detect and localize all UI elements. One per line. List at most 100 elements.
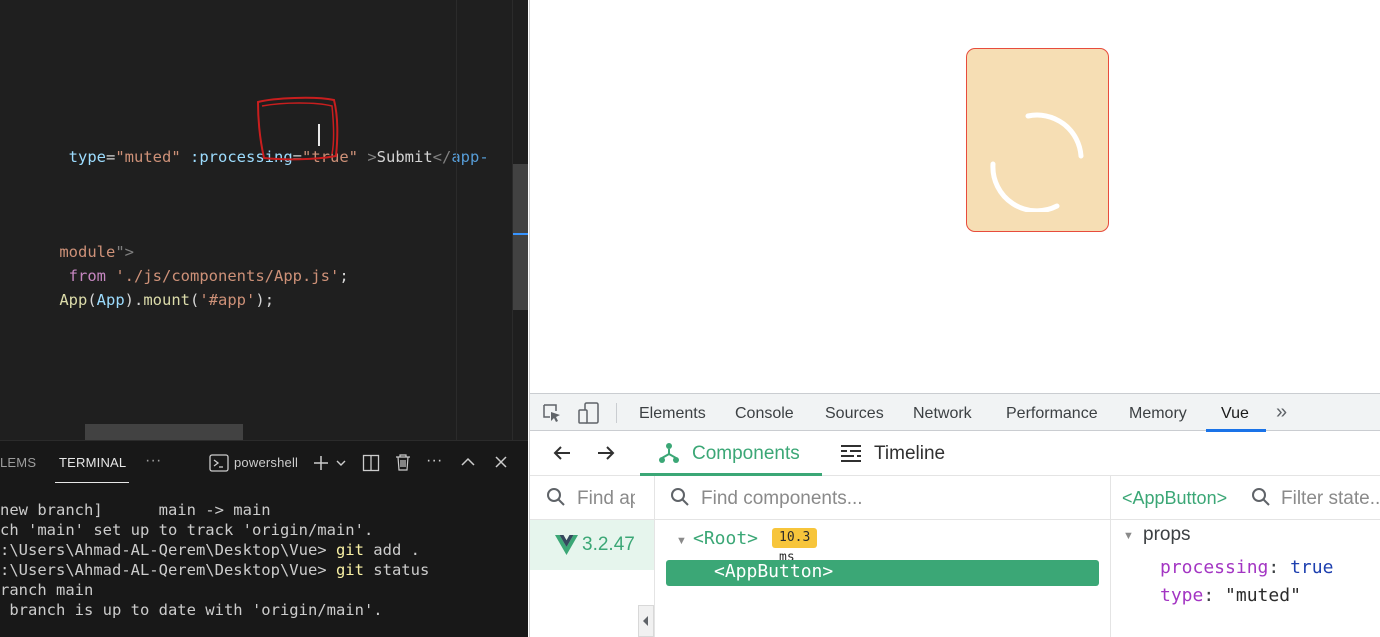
vertical-scrollbar-thumb[interactable]	[513, 164, 528, 310]
components-search-input[interactable]: Find components...	[701, 488, 863, 510]
browser-viewport	[529, 0, 1380, 393]
close-panel-icon[interactable]	[494, 455, 508, 469]
code-token: </	[432, 148, 452, 166]
tab-problems[interactable]: LEMS	[0, 455, 36, 470]
terminal-prompt: :\Users\Ahmad-AL-Qerem\Desktop\Vue>	[0, 561, 336, 579]
tree-node-label: <AppButton>	[714, 561, 834, 582]
state-filter-input[interactable]: Filter state...	[1281, 488, 1380, 510]
state-search[interactable]: <AppButton> Filter state...	[1111, 476, 1380, 520]
red-annotation-mark	[256, 96, 339, 161]
terminal-line: branch is up to date with 'origin/main'.	[0, 601, 383, 619]
code-token: );	[255, 291, 275, 309]
prop-row-type[interactable]: type: "muted"	[1160, 585, 1301, 606]
terminal-panel: LEMS TERMINAL ··· powershell ··· new bra…	[0, 440, 528, 637]
editor-ruler	[456, 0, 457, 440]
terminal-command: git	[335, 561, 364, 579]
timeline-icon	[841, 445, 861, 462]
terminal-command: git	[335, 541, 364, 559]
prop-colon: :	[1268, 557, 1291, 578]
apps-search-input[interactable]: Find apps...	[577, 488, 635, 510]
trash-icon[interactable]	[394, 453, 412, 472]
more-actions-icon[interactable]: ···	[426, 452, 443, 470]
terminal-line: :\Users\Ahmad-AL-Qerem\Desktop\Vue> git …	[0, 540, 420, 560]
terminal-name[interactable]: powershell	[234, 455, 298, 470]
code-token: (	[190, 291, 200, 309]
terminal-line: ranch main	[0, 581, 94, 599]
expand-arrow-icon[interactable]: ▼	[1123, 530, 1134, 542]
code-line-script-module: module">	[22, 219, 134, 261]
tab-timeline[interactable]: Timeline	[874, 443, 945, 465]
panel-tab-bar: LEMS TERMINAL ··· powershell ···	[0, 441, 528, 485]
terminal-icon	[209, 454, 229, 472]
props-section-label[interactable]: props	[1143, 524, 1191, 546]
inspect-element-icon[interactable]	[542, 403, 562, 423]
chevron-left-icon	[643, 616, 648, 626]
code-token: type	[59, 148, 106, 166]
code-token: Submit	[376, 148, 433, 166]
selected-component-name: <AppButton>	[1122, 488, 1228, 508]
components-tree-icon	[659, 443, 679, 463]
code-token: mount	[143, 291, 191, 309]
vue-logo-icon	[555, 535, 578, 555]
prop-value[interactable]: true	[1290, 557, 1333, 578]
tab-terminal[interactable]: TERMINAL	[59, 455, 126, 470]
back-arrow-icon[interactable]	[552, 444, 572, 462]
components-search[interactable]: Find components...	[655, 476, 1110, 520]
more-panels-button[interactable]: ···	[145, 452, 162, 470]
terminal-line: new branch] main -> main	[0, 501, 271, 519]
state-inspector-column: <AppButton> Filter state... ▼ props proc…	[1111, 476, 1380, 637]
tab-elements[interactable]: Elements	[639, 405, 706, 423]
terminal-args: add .	[363, 541, 420, 559]
tab-network[interactable]: Network	[913, 405, 972, 423]
code-token: App	[59, 291, 88, 309]
active-tab-indicator	[55, 482, 129, 483]
vue-version: 3.2.47	[582, 534, 635, 555]
devtools-panel: Elements Console Sources Network Perform…	[529, 393, 1380, 637]
split-terminal-icon[interactable]	[362, 454, 380, 472]
apps-column: Find apps... 3.2.47	[530, 476, 655, 637]
vue-devtools-toolbar: Components Timeline	[530, 431, 1380, 476]
code-token: (	[87, 291, 97, 309]
loading-spinner-icon	[990, 112, 1084, 212]
tab-performance[interactable]: Performance	[1006, 405, 1098, 423]
code-line-mount: App(App).mount('#app');	[22, 267, 274, 309]
search-icon	[671, 488, 689, 506]
expand-arrow-icon[interactable]: ▼	[676, 535, 687, 547]
component-tree-column: Find components... ▼ <Root> 10.3 ms <App…	[655, 476, 1111, 637]
more-tabs-icon[interactable]: »	[1276, 401, 1287, 424]
code-token: ).	[124, 291, 144, 309]
tab-sources[interactable]: Sources	[825, 405, 884, 423]
apps-search[interactable]: Find apps...	[530, 476, 654, 520]
tree-node-label: <Root>	[693, 528, 759, 549]
tab-memory[interactable]: Memory	[1129, 405, 1187, 423]
maximize-panel-icon[interactable]	[460, 456, 476, 468]
plus-icon[interactable]	[312, 454, 330, 472]
prop-row-processing[interactable]: processing: true	[1160, 557, 1333, 578]
prop-colon: :	[1203, 585, 1226, 606]
search-icon	[1252, 488, 1270, 506]
tab-components[interactable]: Components	[692, 443, 800, 465]
tab-console[interactable]: Console	[735, 405, 794, 423]
code-token: '#app'	[199, 291, 256, 309]
code-token: App	[96, 291, 125, 309]
prop-key: type	[1160, 585, 1204, 606]
chevron-down-icon[interactable]	[335, 458, 347, 468]
code-editor[interactable]: type="muted" :processing="true" >Submit<…	[0, 0, 528, 440]
prop-value[interactable]: "muted"	[1225, 585, 1301, 606]
device-toolbar-icon[interactable]	[578, 402, 600, 424]
code-token: >	[358, 148, 377, 166]
tree-node-appbutton[interactable]: <AppButton>	[666, 560, 1099, 586]
terminal-line: :\Users\Ahmad-AL-Qerem\Desktop\Vue> git …	[0, 560, 429, 580]
code-line-import: from './js/components/App.js';	[22, 243, 349, 285]
app-list-item[interactable]: 3.2.47	[530, 520, 654, 570]
scrollbar-cursor-marker	[513, 233, 528, 235]
terminal-args: status	[363, 561, 430, 579]
toolbar-separator	[616, 403, 617, 423]
code-token: =	[106, 148, 116, 166]
collapse-panel-handle[interactable]	[638, 605, 654, 637]
search-icon	[547, 488, 565, 506]
horizontal-scrollbar-thumb[interactable]	[85, 424, 243, 440]
tab-vue[interactable]: Vue	[1221, 405, 1249, 423]
prop-key: processing	[1160, 557, 1269, 578]
forward-arrow-icon[interactable]	[596, 444, 616, 462]
